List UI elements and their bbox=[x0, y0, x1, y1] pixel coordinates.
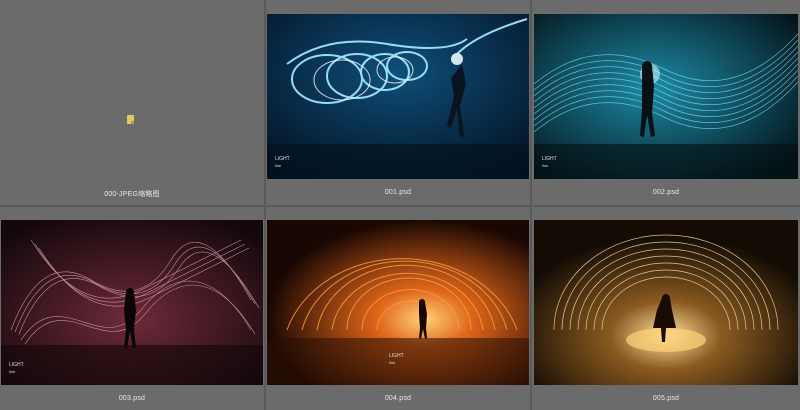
caption-subtitle: line bbox=[275, 163, 282, 168]
thumbnail-cell-1[interactable]: LIGHT line 001.psd bbox=[266, 0, 530, 205]
caption-subtitle: line bbox=[389, 360, 396, 365]
thumbnail-label: 003.psd bbox=[118, 395, 146, 402]
caption-title: LIGHT bbox=[542, 156, 557, 162]
caption-subtitle: line bbox=[9, 369, 16, 374]
thumbnail-label: 004.psd bbox=[384, 395, 412, 402]
thumbnail-cell-2[interactable]: LIGHT line 002.psd bbox=[532, 0, 800, 205]
caption-title: LIGHT bbox=[9, 362, 24, 368]
thumbnail-cell-5[interactable]: 005.psd bbox=[532, 207, 800, 410]
caption-title: LIGHT bbox=[275, 156, 290, 162]
thumbnail-label: 002.psd bbox=[652, 189, 680, 196]
thumbnail-label: 005.psd bbox=[652, 395, 680, 402]
thumbnail-cell-0[interactable]: 000-JPEG缩略图 bbox=[0, 0, 264, 205]
file-icon bbox=[127, 115, 134, 124]
caption-subtitle: line bbox=[542, 163, 549, 168]
thumbnail-label: 001.psd bbox=[384, 189, 412, 196]
thumbnail-label: 000-JPEG缩略图 bbox=[104, 191, 160, 198]
thumbnail-cell-4[interactable]: LIGHT line 004.psd bbox=[266, 207, 530, 410]
thumbnail-cell-3[interactable]: LIGHT line 003.psd bbox=[0, 207, 264, 410]
thumbnail-image-pink-ribbons: LIGHT line bbox=[1, 220, 263, 385]
caption-title: LIGHT bbox=[389, 353, 404, 359]
thumbnail-image-orange-tunnel: LIGHT line bbox=[267, 220, 529, 385]
thumbnail-image-gold-arches bbox=[534, 220, 798, 385]
thumbnail-image-blue-spiral: LIGHT line bbox=[267, 14, 529, 179]
thumbnail-image-cyan-waves: LIGHT line bbox=[534, 14, 798, 179]
